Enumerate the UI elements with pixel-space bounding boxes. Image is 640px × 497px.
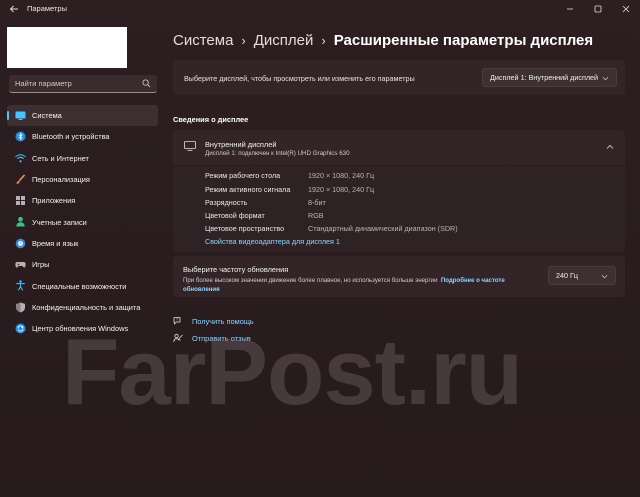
sidebar-item-label: Сеть и Интернет [32,153,89,163]
monitor-icon [184,141,196,151]
gamepad-icon [15,262,26,268]
breadcrumb-separator: › [321,33,326,48]
display-info-body: Режим рабочего стола 1920 × 1080, 240 Гц… [173,166,625,252]
sidebar-item-bluetooth[interactable]: Bluetooth и устройства [7,126,158,147]
bluetooth-icon [15,131,26,142]
update-icon [15,323,26,334]
refresh-rate-title: Выберите частоту обновления [183,265,289,274]
refresh-learn-more-link[interactable]: Подробнее о частоте [441,277,505,284]
sidebar-item-time-language[interactable]: Время и язык [7,233,158,254]
sidebar-item-personalization[interactable]: Персонализация [7,169,158,190]
sidebar-item-label: Приложения [32,196,76,206]
maximize-icon [594,5,602,13]
sidebar-item-gaming[interactable]: Игры [7,254,158,275]
adapter-properties-link[interactable]: Свойства видеоадаптера для дисплея 1 [205,237,340,246]
sidebar-item-label: Учетные записи [32,217,87,227]
sidebar-item-label: Система [32,111,62,121]
breadcrumb-separator: › [241,33,246,48]
display-select-card: Выберите дисплей, чтобы просмотреть или … [173,60,625,95]
breadcrumb-display[interactable]: Дисплей [254,32,314,49]
property-key: Режим рабочего стола [205,171,281,180]
person-icon [16,217,25,227]
display-info-header[interactable]: Внутренний дисплей Дисплей 1: подключен … [173,130,625,165]
refresh-rate-card: Выберите частоту обновления При более вы… [173,256,625,297]
property-key: Цветовое пространство [205,223,285,233]
refresh-desc-text: При более высоком значении движение боле… [183,277,438,284]
property-key: Цветовой формат [205,210,265,220]
get-help-link[interactable]: ? Получить помощь [173,316,254,326]
property-value: RGB [308,210,324,220]
sidebar-item-label: Персонализация [32,175,90,185]
search-box[interactable] [9,75,157,93]
sidebar-item-label: Время и язык [32,238,79,248]
search-input[interactable] [15,79,135,88]
section-title: Сведения о дисплее [173,115,249,124]
close-icon [622,5,630,13]
display-dropdown-value: Дисплей 1: Внутренний дисплей [490,73,599,82]
settings-window: Параметры Система [0,0,640,497]
send-feedback-label: Отправить отзыв [192,333,251,343]
close-button[interactable] [612,0,640,18]
sidebar-item-label: Игры [32,260,50,270]
chevron-up-icon[interactable] [606,143,614,151]
app-title: Параметры [27,4,67,13]
refresh-rate-dropdown[interactable]: 240 Гц [548,266,616,285]
get-help-label: Получить помощь [192,316,254,326]
svg-text:?: ? [176,317,178,322]
feedback-icon [173,333,183,343]
wifi-icon [15,153,26,162]
system-icon [15,111,26,120]
property-key: Режим активного сигнала [205,184,291,194]
sidebar-item-apps[interactable]: Приложения [7,190,158,211]
accessibility-icon [16,280,25,291]
breadcrumb: Система › Дисплей › Расширенные параметр… [173,32,593,49]
sidebar-item-system[interactable]: Система [7,105,158,127]
chevron-down-icon [602,76,609,81]
display-select-label: Выберите дисплей, чтобы просмотреть или … [184,74,415,83]
search-icon[interactable] [142,79,151,88]
sidebar-item-network[interactable]: Сеть и Интернет [7,148,158,169]
user-profile-card[interactable] [7,27,127,68]
sidebar-item-label: Bluetooth и устройства [32,132,110,142]
display-connection: Дисплей 1: подключен к Intel(R) UHD Grap… [205,150,350,157]
sidebar-item-accessibility[interactable]: Специальные возможности [7,275,158,296]
back-arrow-icon[interactable] [9,4,19,14]
sidebar-item-windows-update[interactable]: Центр обновления Windows [7,318,158,339]
globe-icon [15,238,26,249]
display-dropdown[interactable]: Дисплей 1: Внутренний дисплей [482,68,617,87]
apps-icon [16,196,25,206]
window-controls [556,0,640,18]
property-value: 8-бит [308,197,326,207]
help-chat-icon: ? [173,317,181,325]
chevron-down-icon [601,274,608,279]
refresh-rate-value: 240 Гц [556,271,578,280]
sidebar-item-label: Центр обновления Windows [32,324,129,334]
refresh-rate-description: При более высоком значении движение боле… [183,276,543,294]
page-title: Расширенные параметры дисплея [333,32,594,49]
brush-icon [16,174,26,184]
refresh-learn-more-link-cont[interactable]: обновления [183,286,220,293]
property-value: 1920 × 1080, 240 Гц [308,184,375,194]
sidebar-item-label: Конфиденциальность и защита [32,302,141,312]
minimize-icon [567,8,573,10]
minimize-button[interactable] [556,0,584,18]
property-value: 1920 × 1080, 240 Гц [308,171,375,180]
send-feedback-link[interactable]: Отправить отзыв [173,333,251,343]
sidebar-item-privacy[interactable]: Конфиденциальность и защита [7,297,158,318]
shield-icon [16,302,25,313]
sidebar-nav: Система Bluetooth и устройства Сеть и Ин… [7,105,158,339]
property-value: Стандартный динамический диапазон (SDR) [308,223,458,233]
display-name: Внутренний дисплей [205,140,277,149]
sidebar-item-accounts[interactable]: Учетные записи [7,211,158,232]
sidebar-item-label: Специальные возможности [32,281,127,291]
property-key: Разрядность [205,197,248,207]
breadcrumb-system[interactable]: Система [173,32,233,49]
title-bar: Параметры [0,0,640,18]
maximize-button[interactable] [584,0,612,18]
